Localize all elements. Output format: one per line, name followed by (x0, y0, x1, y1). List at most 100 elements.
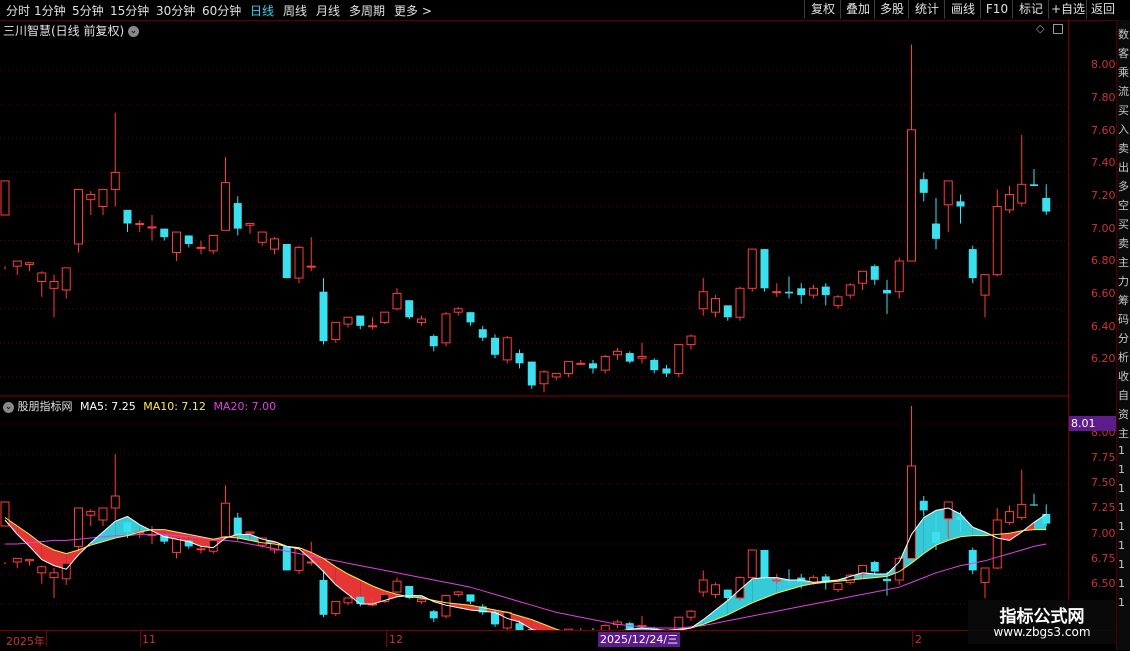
candle-body-ind (12, 557, 22, 563)
side-strip-char: 1 (1118, 482, 1125, 495)
date-label-nov: 11 (142, 633, 156, 646)
price-tick-main: 7.40 (1091, 156, 1116, 169)
candle-body-main (686, 335, 696, 346)
period-tab-5min[interactable]: 5分钟 (72, 2, 104, 19)
f10-button[interactable]: F10 (980, 0, 1013, 19)
candle-body-main (319, 291, 328, 342)
chevron-down-icon[interactable]: ⌄ (3, 401, 14, 413)
candle-body-main (833, 296, 843, 306)
candle-body-main (453, 308, 463, 313)
period-tab-monthly[interactable]: 月线 (316, 2, 340, 19)
period-tab-60min[interactable]: 60分钟 (202, 2, 241, 19)
side-strip-char: 1 (1118, 444, 1125, 457)
date-label-dec: 12 (389, 633, 403, 646)
candle-body-main (368, 325, 377, 328)
period-tab-weekly[interactable]: 周线 (283, 2, 307, 19)
candle-body-main (968, 249, 977, 279)
candle-body-main (772, 291, 782, 294)
side-strip-char: 1 (1118, 539, 1125, 552)
draw-line-button[interactable]: 画线 (944, 0, 981, 19)
side-strip-char: 主 (1118, 427, 1129, 440)
price-tick-main: 6.80 (1091, 254, 1116, 267)
candle-body-ind (1017, 503, 1027, 519)
candle-body-main (650, 359, 659, 371)
multi-stock-button[interactable]: 多股 (874, 0, 909, 19)
candle-body-ind (919, 500, 928, 511)
candle-body-main (576, 362, 586, 365)
candle-body-ind (943, 501, 953, 520)
candle-body-main (478, 329, 487, 338)
side-strip-char: 数 (1118, 28, 1129, 41)
date-tick (140, 631, 141, 647)
ma-band-segment (29, 534, 42, 560)
stock-title: 三川智慧(日线 前复权) (3, 24, 125, 38)
candle-body-main (527, 361, 536, 386)
candle-body-main (61, 267, 71, 291)
candle-body-main (86, 194, 96, 201)
candle-body-ind (343, 597, 353, 604)
candle-body-ind (294, 548, 304, 571)
side-strip-char: 入 (1118, 123, 1129, 136)
overlay-button[interactable]: 叠加 (840, 0, 875, 19)
candle-body-ind (356, 596, 365, 604)
candle-body-ind (515, 623, 524, 630)
period-tab-15min[interactable]: 15分钟 (110, 2, 149, 19)
side-strip-char: 码 (1118, 313, 1129, 326)
mark-button[interactable]: 标记 (1012, 0, 1049, 19)
candle-body-main (392, 292, 402, 310)
period-tab-30min[interactable]: 30分钟 (156, 2, 195, 19)
candle-body-main (625, 353, 634, 362)
period-tab-multi[interactable]: 多周期 (349, 2, 385, 19)
indicator-legend: ⌄ 股朋指标网 MA5: 7.25 MA10: 7.12 MA20: 7.00 (3, 398, 276, 414)
candle-body-main (294, 246, 304, 279)
candle-body-main (282, 243, 291, 279)
candle-body-main (1005, 194, 1014, 211)
panel-controls: ◇ (1036, 22, 1063, 35)
side-strip-char: 1 (1118, 577, 1125, 590)
add-watchlist-button[interactable]: +自选 (1048, 0, 1087, 19)
side-strip[interactable]: 数客乘流买入卖出多空买卖主力筹码分析收自资主111111111 (1116, 20, 1130, 650)
period-tab-1min[interactable]: 1分钟 (34, 2, 66, 19)
chevron-down-icon[interactable]: ⌄ (128, 26, 140, 37)
date-label-year: 2025年 (6, 635, 45, 648)
candle-body-main (160, 228, 169, 238)
side-strip-char: 买 (1118, 104, 1129, 117)
price-tick-ind: 7.00 (1091, 527, 1116, 540)
candle-body-ind (233, 517, 242, 536)
price-tick-main: 6.60 (1091, 287, 1116, 300)
candle-body-ind (772, 579, 782, 582)
statistics-button[interactable]: 统计 (908, 0, 945, 19)
side-strip-char: 自 (1118, 389, 1129, 402)
candle-body-ind (968, 550, 977, 571)
side-strip-char: 多 (1118, 180, 1129, 193)
candle-body-ind (282, 546, 291, 571)
period-tab-intraday[interactable]: 分时 (6, 2, 30, 19)
period-tab-more[interactable]: 更多 > (394, 2, 432, 19)
side-strip-char: 卖 (1118, 237, 1129, 250)
adjust-button[interactable]: 复权 (804, 0, 841, 19)
candle-body-main (662, 368, 671, 374)
ma10-label: MA10: 7.12 (143, 400, 206, 413)
candle-body-main (883, 290, 891, 294)
kline-chart[interactable] (0, 20, 1068, 630)
candle-body-main (135, 223, 145, 226)
window-icon[interactable] (1052, 24, 1063, 34)
diamond-icon[interactable]: ◇ (1036, 22, 1044, 35)
candle-body-ind (466, 594, 475, 602)
side-strip-char: 空 (1118, 199, 1129, 212)
candle-body-main (380, 311, 390, 323)
price-axis: 8.00 7.80 7.60 7.40 7.20 7.00 6.80 6.60 … (1068, 20, 1117, 630)
watermark: 指标公式网 www.zbgs3.com (968, 600, 1116, 644)
candle-body-ind (74, 507, 83, 547)
side-strip-char: 乘 (1118, 66, 1129, 79)
candle-body-main (221, 182, 230, 231)
back-button[interactable]: 返回 (1086, 0, 1119, 19)
candle-body-ind (992, 519, 1002, 569)
candle-body-main (735, 287, 745, 318)
candle-body-main (589, 363, 597, 369)
candle-body-ind (453, 591, 463, 595)
candle-body-ind (123, 522, 132, 532)
period-tab-daily[interactable]: 日线 (250, 2, 274, 19)
side-strip-char: 1 (1118, 520, 1125, 533)
date-cursor-label: 2025/12/24/三 (598, 632, 681, 647)
